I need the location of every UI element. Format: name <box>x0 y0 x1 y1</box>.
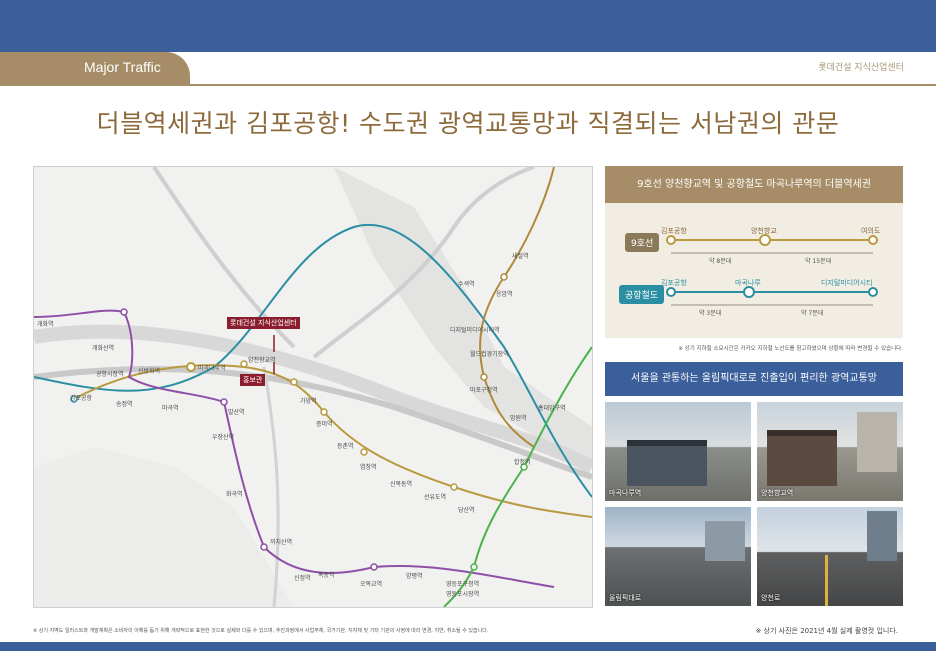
commute-card-title: 9호선 양천향교역 및 공항철도 마곡나루역의 더블역세권 <box>605 166 903 203</box>
brand-label: 롯데건설 지식산업센터 <box>818 63 904 73</box>
station-label: 증미역 <box>316 421 333 428</box>
station-label: 양평역 <box>406 573 423 580</box>
station-label: 응암역 <box>496 291 513 298</box>
photo-olympic-road: 올림픽대로 <box>605 507 751 606</box>
station-label: 발산역 <box>228 409 245 416</box>
station-label: 우장산역 <box>212 434 235 441</box>
station-label: 홍대입구역 <box>538 405 566 412</box>
line9-station: 여의도 <box>861 227 881 235</box>
line9-time: 약 15분대 <box>805 258 832 265</box>
station-label: 등촌역 <box>337 443 354 450</box>
photo-yangcheonhyanggyo: 양천향교역 <box>757 402 903 501</box>
station-label: 개화산역 <box>92 345 115 352</box>
arex-time: 약 3분대 <box>699 310 722 317</box>
header-rule <box>0 84 936 86</box>
station-label: 선유도역 <box>424 494 447 501</box>
section-title: Major Traffic <box>84 59 161 75</box>
station-label: 신정역 <box>294 575 311 582</box>
line9-station: 양천향교 <box>751 227 777 235</box>
photo-magoknaru: 마곡나루역 <box>605 402 751 501</box>
station-label: 김포공항 <box>70 395 93 402</box>
showroom-label: 홍보관 <box>240 374 266 386</box>
arex-station: 마곡나루 <box>735 279 761 287</box>
station-label: 가양역 <box>300 398 317 405</box>
photo-caption: 마곡나루역 <box>609 489 642 497</box>
commute-card-body: 9호선 김포공항 양천향교 여의도 약 8분대 약 15분대 공항철도 김포공항… <box>605 203 903 338</box>
station-label: 공항시장역 <box>96 371 124 378</box>
commute-diagram <box>666 234 878 306</box>
line9-station: 김포공항 <box>661 227 687 235</box>
disclaimer-left: ※ 상기 지역도 일러스트와 개발계획은 소비자의 이해를 돕기 위해 개략적으… <box>33 628 489 634</box>
station-label: 오목교역 <box>360 581 383 588</box>
station-label: 신목동역 <box>390 481 413 488</box>
station-label: 디지털미디어시티역 <box>450 327 500 334</box>
site-label: 롯데건설 지식산업센터 <box>227 317 300 329</box>
station-label: 마곡나루역 <box>198 365 226 372</box>
photo-yangcheon-ro: 양천로 <box>757 507 903 606</box>
map-graphic <box>34 167 592 607</box>
station-label: 새절역 <box>512 253 529 260</box>
bottom-banner <box>0 642 936 651</box>
station-label: 당산역 <box>458 507 475 514</box>
transit-map: 롯데건설 지식산업센터 홍보관 개화역 개화산역 김포공항 송정역 마곡역 공항… <box>33 166 593 608</box>
line9-tag: 9호선 <box>625 233 660 252</box>
arex-station: 김포공항 <box>661 279 687 287</box>
photo-caption: 양천향교역 <box>761 489 794 497</box>
station-label: 송정역 <box>116 401 133 408</box>
station-label: 신방화역 <box>138 368 161 375</box>
station-label: 염창역 <box>360 464 377 471</box>
photo-caption: 올림픽대로 <box>609 594 642 602</box>
station-label: 망원역 <box>510 415 527 422</box>
station-label: 합정역 <box>514 459 531 466</box>
station-label: 목동역 <box>318 572 335 579</box>
line9-time: 약 8분대 <box>709 258 732 265</box>
arex-tag: 공항철도 <box>619 285 665 304</box>
photo-caption: 양천로 <box>761 594 781 602</box>
gallery-title: 서울을 관통하는 올림픽대로로 진출입이 편리한 광역교통망 <box>605 362 903 396</box>
station-label: 영등포구청역 <box>446 581 480 588</box>
top-banner <box>0 0 936 52</box>
commute-note: ※ 상기 지하철 소요시간은 카카오 지하철 노선도를 참고하였으며 상황에 따… <box>678 346 903 352</box>
station-label: 까치산역 <box>270 539 293 546</box>
station-label: 양천향교역 <box>248 357 276 364</box>
station-label: 마곡역 <box>162 405 179 412</box>
page-headline: 더블역세권과 김포공항! 수도권 광역교통망과 직결되는 서남권의 관문 <box>96 109 840 138</box>
station-label: 개화역 <box>37 321 54 328</box>
disclaimer-right: ※ 상기 사진은 2021년 4월 실제 촬영컷 입니다. <box>755 627 898 635</box>
station-label: 수색역 <box>458 281 475 288</box>
station-label: 화곡역 <box>226 491 243 498</box>
station-label: 마포구청역 <box>470 387 498 394</box>
arex-time: 약 7분대 <box>801 310 824 317</box>
station-label: 월드컵경기장역 <box>470 351 509 358</box>
arex-station: 디지털미디어시티 <box>821 279 873 287</box>
station-label: 영등포시장역 <box>446 591 480 598</box>
